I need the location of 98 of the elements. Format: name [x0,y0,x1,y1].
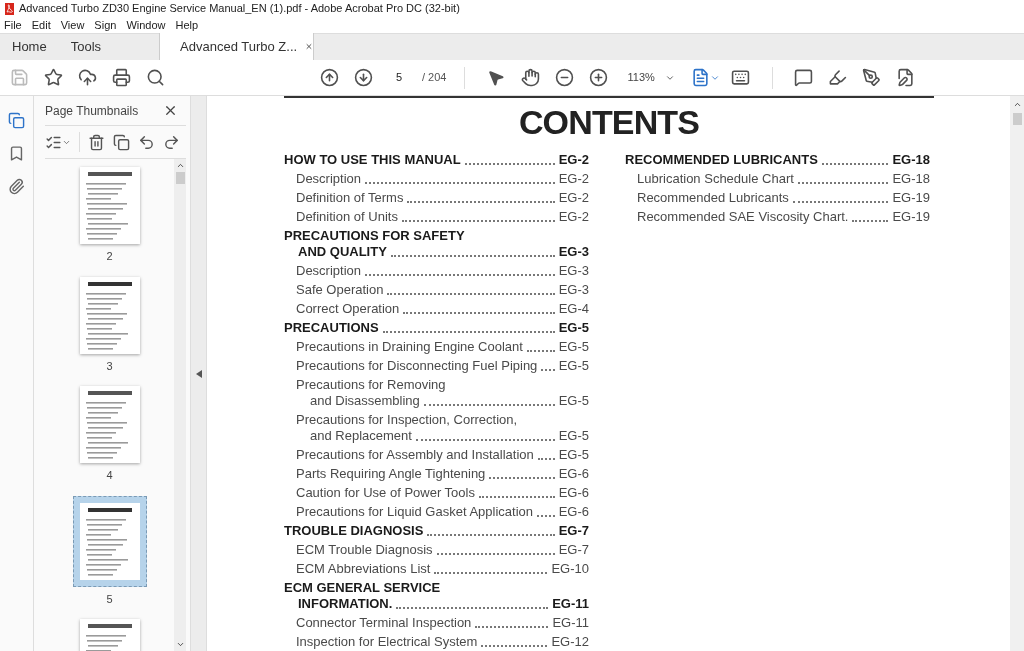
page-reference: EG-7 [558,522,589,539]
page-number-field[interactable]: 5 [384,68,414,87]
document-title: CONTENTS [517,102,701,143]
page-reference: EG-5 [558,357,589,374]
section-heading[interactable]: PRECAUTIONS [284,319,379,336]
page-reference: EG-19 [892,208,930,225]
page-reference: EG-7 [558,541,589,558]
toc-entry[interactable]: Safe Operation [296,281,384,298]
page-reference: EG-5 [558,392,589,409]
menu-item[interactable]: Help [175,16,199,34]
menu-item[interactable]: Window [126,16,166,34]
page-reference: EG-3 [558,262,589,279]
page-thumbnail[interactable] [79,167,140,244]
rotate-left-icon[interactable] [138,133,155,151]
page-reference: EG-6 [558,484,589,501]
page-reference: EG-2 [558,170,589,187]
toc-entry[interactable]: Caution for Use of Power Tools [296,484,475,501]
toc-entry[interactable]: Description [296,262,362,279]
menu-item[interactable]: Sign [94,16,117,34]
toc-entry[interactable]: and Disassembling [310,392,420,409]
page-reference: EG-11 [552,614,589,631]
section-heading[interactable]: HOW TO USE THIS MANUAL [284,151,461,168]
page-reference: EG-2 [558,189,589,206]
section-heading[interactable]: RECOMMENDED LUBRICANTS [625,151,818,168]
scrollbar[interactable] [174,159,186,651]
page-number: 4 [106,468,113,483]
page-reference: EG-6 [558,503,589,520]
toc-entry[interactable]: Connector Terminal Inspection [296,614,472,631]
menu-item[interactable]: View [60,16,85,34]
section-heading[interactable]: ECM GENERAL SERVICE [284,579,441,596]
page-count: / 204 [422,70,447,86]
page-reference: EG-4 [558,300,589,317]
menu-item[interactable]: File [4,16,22,34]
zoom-dropdown[interactable]: 113% [619,69,683,86]
toc-entry[interactable]: Description [296,170,362,187]
window-title: Advanced Turbo ZD30 Engine Service Manual_EN (1).pdf - Adobe Acrobat Pro DC (32-bit) [19,1,460,17]
close-icon[interactable] [163,103,178,118]
toc-entry[interactable]: Definition of Terms [296,189,404,206]
page-thumbnail[interactable] [72,495,147,587]
toc-entry[interactable]: Precautions for Removing [296,376,446,393]
toc-entry[interactable]: Recommended SAE Viscosity Chart. [637,208,849,225]
rotate-right-icon[interactable] [163,133,180,151]
scroll-up-icon[interactable] [1012,100,1022,109]
section-heading[interactable]: PRECAUTIONS FOR SAFETY [284,227,465,244]
scrollbar[interactable] [1010,96,1024,651]
paperclip-icon[interactable] [8,178,25,195]
toc-entry[interactable]: Inspection for Electrical System [296,633,478,650]
toc-entry[interactable]: Lubrication Schedule Chart [637,170,794,187]
toc-entry[interactable]: Precautions for Liquid Gasket Application [296,503,534,520]
pages-icon[interactable] [8,112,25,129]
page-reference: EG-2 [558,151,589,168]
scroll-down-icon[interactable] [175,640,185,649]
toc-entry[interactable]: ECM Trouble Diagnosis [296,541,433,558]
bookmark-icon[interactable] [8,145,25,162]
tab[interactable]: Advanced Turbo Z... [159,33,315,60]
page-reference: EG-10 [551,560,589,577]
toc-entry[interactable]: Parts Requiring Angle Tightening [296,465,486,482]
tab[interactable]: Home [0,33,59,60]
page-thumbnail[interactable] [79,386,140,463]
toc-entry[interactable]: Precautions for Inspection, Correction, [296,411,518,428]
toc-entry[interactable]: Precautions for Disconnecting Fuel Piping [296,357,538,374]
tab[interactable]: Tools [58,33,114,60]
page-reference: EG-2 [558,208,589,225]
page-reference: EG-5 [558,319,589,336]
page-reference: EG-18 [892,170,930,187]
section-heading[interactable]: INFORMATION. [298,595,393,612]
toc-entry[interactable]: Correct Operation [296,300,400,317]
page-reference: EG-3 [558,243,589,260]
trash-icon[interactable] [88,133,105,151]
page-reference: EG-12 [551,633,589,650]
toc-entry[interactable]: ECM Abbreviations List [296,560,431,577]
page-reference: EG-5 [558,427,589,444]
section-heading[interactable]: TROUBLE DIAGNOSIS [284,522,424,539]
panel-title: Page Thumbnails [45,102,139,120]
page-reference: EG-18 [892,151,930,168]
page-reference: EG-3 [558,281,589,298]
page-number: 5 [106,591,113,607]
page-reference: EG-11 [552,595,589,612]
menu-item[interactable]: Edit [31,16,51,34]
page-reference: EG-5 [558,446,589,463]
section-heading[interactable]: AND QUALITY [298,243,387,260]
page-reference: EG-5 [558,338,589,355]
toc-entry[interactable]: Recommended Lubricants [637,189,789,206]
page-icon [690,68,710,87]
scroll-up-icon[interactable] [175,161,185,170]
scroll-thumb[interactable] [175,172,185,184]
toc-entry[interactable]: Precautions for Assembly and Installation [296,446,534,463]
insert-page-icon[interactable] [113,133,130,151]
page-reference: EG-6 [558,465,589,482]
scroll-thumb[interactable] [1012,113,1022,125]
collapse-icon[interactable] [195,369,202,378]
page-number: 3 [106,358,113,374]
toc-entry[interactable]: Definition of Units [296,208,398,225]
page-thumbnail[interactable] [79,276,140,354]
toc-entry[interactable]: and Replacement [310,427,412,444]
page-number: 2 [106,249,113,264]
page-reference: EG-19 [892,189,930,206]
toc-entry[interactable]: Precautions in Draining Engine Coolant [296,338,523,355]
